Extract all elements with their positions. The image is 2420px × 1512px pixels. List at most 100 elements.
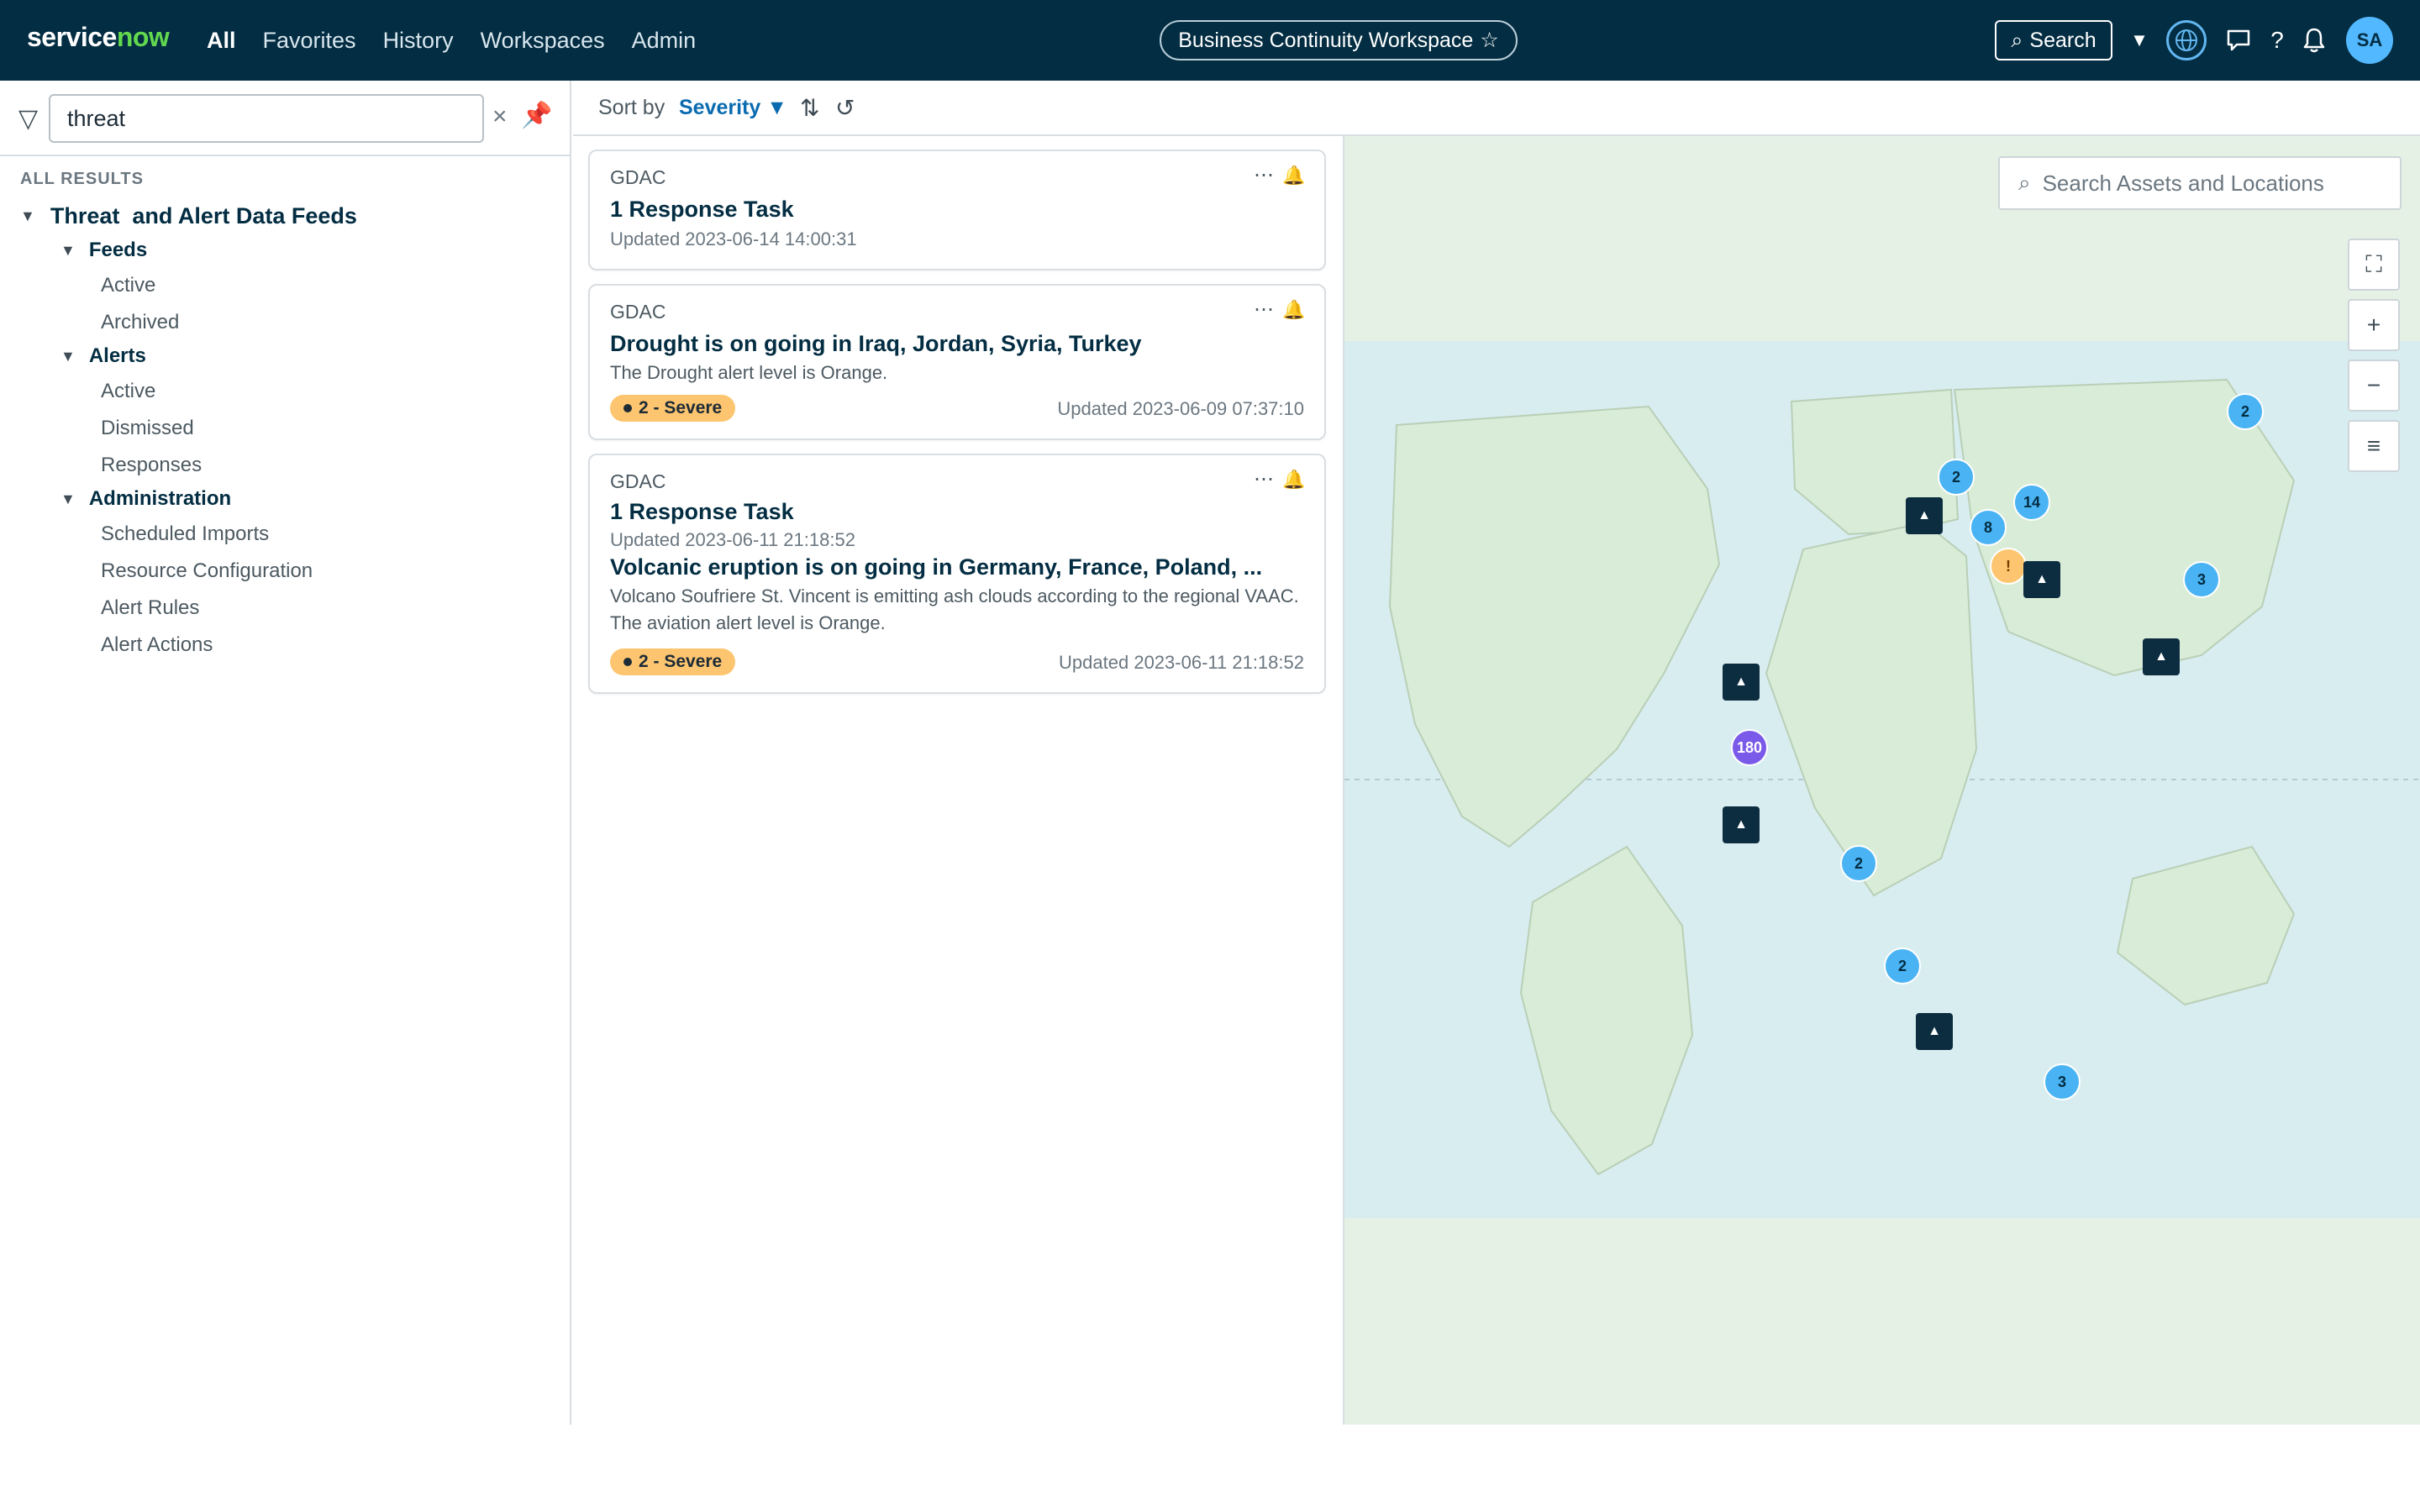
map-cluster[interactable]: 8 [1970, 509, 2007, 546]
tree-root-label: Threat and Alert Data Feeds [50, 203, 357, 228]
zoom-in-icon[interactable]: + [2348, 299, 2400, 351]
card-title[interactable]: 1 Response Task [610, 499, 794, 525]
map-cluster-large[interactable]: 180 [1731, 729, 1768, 766]
tree-item-alerts-dismissed[interactable]: Dismissed [101, 417, 194, 440]
world-map[interactable]: ⌕ Search Assets and Locations ⛶ + − ≡ 2 … [1343, 136, 2420, 1425]
tree-group-alerts[interactable]: ▼ Alerts [60, 344, 146, 368]
globe-icon[interactable] [2166, 20, 2207, 60]
tree-item-alert-actions[interactable]: Alert Actions [101, 633, 213, 657]
map-search-placeholder: Search Assets and Locations [2042, 170, 2324, 196]
sort-field-value: Severity [679, 95, 761, 119]
map-cluster[interactable]: 2 [2227, 393, 2264, 430]
filter-navigator-input[interactable] [49, 94, 484, 143]
asset-marker-icon[interactable]: ▲ [1723, 664, 1760, 701]
fullscreen-icon[interactable]: ⛶ [2348, 239, 2400, 291]
asset-marker-icon[interactable]: ▲ [1916, 1013, 1953, 1050]
severity-badge-label: 2 - Severe [639, 652, 723, 671]
user-avatar[interactable]: SA [2346, 17, 2393, 64]
sort-direction-icon[interactable]: ⇅ [800, 94, 819, 122]
layers-icon[interactable]: ≡ [2348, 420, 2400, 472]
bell-icon[interactable]: 🔔 [1282, 165, 1305, 186]
more-options-icon[interactable]: ⋯ [1254, 467, 1274, 491]
main-menu: All Favorites History Workspaces Admin [207, 0, 696, 81]
card-title[interactable]: 1 Response Task [610, 197, 794, 223]
card-updated: Updated 2023-06-11 21:18:52 [1059, 652, 1304, 673]
chat-icon[interactable] [2222, 24, 2255, 57]
card-secondary-title[interactable]: Volcanic eruption is on going in Germany… [610, 554, 1262, 580]
card-title[interactable]: Drought is on going in Iraq, Jordan, Syr… [610, 331, 1142, 357]
tree-item-scheduled-imports[interactable]: Scheduled Imports [101, 522, 269, 546]
asset-marker-icon[interactable]: ▲ [1906, 497, 1943, 534]
bell-icon[interactable]: 🔔 [1282, 469, 1305, 491]
clear-filter-icon[interactable]: × [492, 102, 508, 131]
search-icon: ⌕ [2018, 170, 2031, 195]
sort-toolbar: Sort by Severity ▼ ⇅ ↺ [573, 81, 2420, 136]
map-cluster[interactable]: 2 [1938, 459, 1975, 496]
tree-item-alert-rules[interactable]: Alert Rules [101, 596, 199, 620]
card-source: GDAC [610, 470, 666, 492]
tree-root-threat-feeds[interactable]: ▼ Threat and Alert Data Feeds [20, 203, 357, 229]
scope-dropdown-icon[interactable]: ▼ [2123, 24, 2156, 57]
map-search-input[interactable]: ⌕ Search Assets and Locations [1998, 156, 2402, 210]
favorite-star-icon[interactable]: ☆ [1480, 28, 1498, 53]
nav-admin[interactable]: Admin [632, 28, 697, 54]
map-cluster[interactable]: 14 [2013, 484, 2050, 521]
tree-item-alerts-responses[interactable]: Responses [101, 454, 202, 477]
map-warning-marker[interactable]: ! [1990, 548, 2027, 585]
caret-down-icon[interactable]: ▼ [60, 348, 76, 365]
tree-group-label: Administration [88, 487, 232, 510]
workspace-context-pill[interactable]: Business Continuity Workspace ☆ [1160, 20, 1518, 60]
caret-down-icon[interactable]: ▼ [60, 491, 76, 508]
severity-dot-icon [623, 658, 632, 666]
tree-group-administration[interactable]: ▼ Administration [60, 487, 231, 511]
card-updated: Updated 2023-06-09 07:37:10 [1057, 398, 1304, 419]
map-cluster[interactable]: 2 [1840, 845, 1877, 882]
global-search-button[interactable]: ⌕ Search [1995, 20, 2112, 60]
alert-card[interactable]: GDAC ⋯ 🔔 1 Response Task Updated 2023-06… [588, 150, 1326, 270]
card-source: GDAC [610, 301, 666, 323]
sort-field-dropdown[interactable]: Severity ▼ [679, 96, 787, 120]
tree-group-feeds[interactable]: ▼ Feeds [60, 239, 147, 262]
alert-card[interactable]: GDAC ⋯ 🔔 Drought is on going in Iraq, Jo… [588, 284, 1326, 440]
severity-badge: 2 - Severe [610, 648, 736, 675]
tree-item-alerts-active[interactable]: Active [101, 380, 155, 403]
tree-group-label: Feeds [88, 239, 148, 261]
caret-down-icon[interactable]: ▼ [20, 207, 35, 225]
help-icon[interactable]: ? [2260, 24, 2294, 57]
more-options-icon[interactable]: ⋯ [1254, 163, 1274, 187]
alert-card[interactable]: GDAC ⋯ 🔔 1 Response Task Updated 2023-06… [588, 454, 1326, 694]
map-cluster[interactable]: 3 [2183, 561, 2220, 598]
pin-icon[interactable]: 📌 [521, 101, 552, 130]
card-updated: Updated 2023-06-14 14:00:31 [610, 228, 857, 249]
card-description: The Drought alert level is Orange. [610, 362, 888, 383]
tree-group-label: Alerts [88, 344, 146, 367]
navigation-filter-panel: ▽ × 📌 ALL RESULTS ▼ Threat and Alert Dat… [0, 81, 571, 1425]
nav-workspaces[interactable]: Workspaces [481, 28, 605, 54]
alert-card-list: GDAC ⋯ 🔔 1 Response Task Updated 2023-06… [573, 136, 1343, 1425]
nav-history[interactable]: History [383, 28, 454, 54]
bell-icon[interactable]: 🔔 [1282, 299, 1305, 321]
severity-dot-icon [623, 404, 632, 412]
tree-item-feeds-active[interactable]: Active [101, 274, 155, 297]
card-description: Volcano Soufriere St. Vincent is emittin… [610, 585, 1299, 633]
refresh-icon[interactable]: ↺ [835, 94, 855, 122]
tree-item-feeds-archived[interactable]: Archived [101, 311, 179, 334]
nav-favorites[interactable]: Favorites [263, 28, 356, 54]
map-cluster[interactable]: 2 [1884, 948, 1921, 984]
servicenow-logo[interactable]: servicenow [27, 22, 170, 53]
severity-badge: 2 - Severe [610, 395, 736, 422]
filter-bar: ▽ × 📌 [0, 81, 570, 156]
asset-marker-icon[interactable]: ▲ [2023, 561, 2060, 598]
map-cluster[interactable]: 3 [2044, 1063, 2081, 1100]
zoom-out-icon[interactable]: − [2348, 360, 2400, 412]
asset-marker-icon[interactable]: ▲ [2143, 638, 2180, 675]
caret-down-icon[interactable]: ▼ [60, 242, 76, 260]
tree-item-resource-configuration[interactable]: Resource Configuration [101, 559, 313, 583]
notifications-bell-icon[interactable] [2297, 24, 2331, 57]
more-options-icon[interactable]: ⋯ [1254, 297, 1274, 322]
results-section-label: ALL RESULTS [20, 170, 144, 188]
filter-icon: ▽ [18, 105, 39, 133]
nav-all[interactable]: All [207, 28, 236, 54]
asset-marker-icon[interactable]: ▲ [1723, 806, 1760, 843]
logo-text: service [27, 22, 117, 52]
